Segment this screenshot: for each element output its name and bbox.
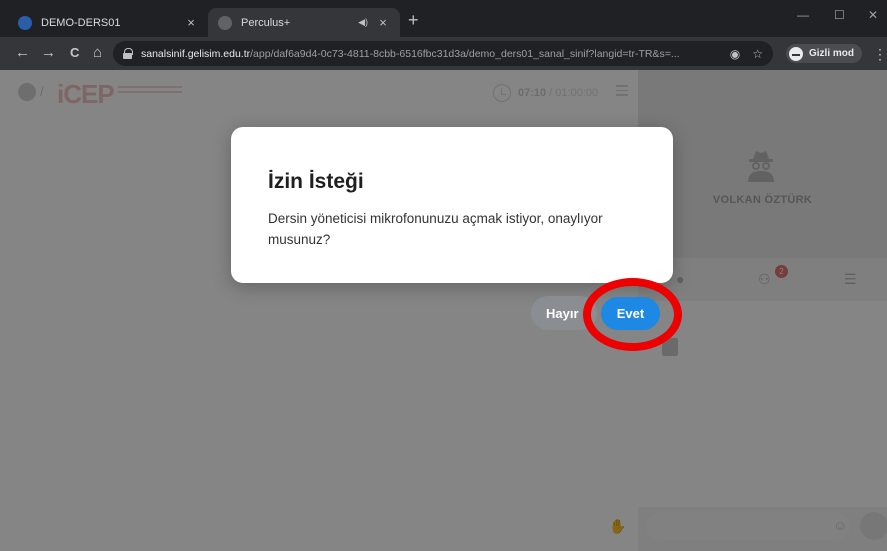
page: / iCEP 07:10 / 01:00:00 ✋ VOLKAN ÖZTÜRK … — [0, 70, 887, 551]
dialog-title: İzin İsteği — [268, 170, 364, 193]
minimize-button[interactable]: — — [797, 8, 809, 22]
maximize-button[interactable]: ☐ — [834, 8, 845, 22]
lock-icon[interactable] — [123, 48, 133, 59]
target-icon[interactable]: ◉ — [730, 47, 740, 61]
reject-button[interactable]: Hayır — [531, 296, 597, 330]
incognito-label: Gizli mod — [809, 48, 854, 59]
dialog-message: Dersin yöneticisi mikrofonunuzu açmak is… — [268, 211, 603, 247]
permission-dialog: İzin İsteği Dersin yöneticisi mikrofonun… — [231, 127, 673, 283]
forward-button[interactable]: → — [41, 44, 56, 62]
tab-title: DEMO-DERS01 — [41, 16, 121, 29]
tab-demo-ders01[interactable]: DEMO-DERS01 × — [8, 8, 208, 37]
tab-title: Perculus+ — [241, 16, 291, 29]
tab-close-icon[interactable]: × — [184, 15, 198, 30]
reload-button[interactable]: C — [70, 44, 79, 62]
url-text[interactable]: sanalsinif.gelisim.edu.tr/app/daf6a9d4-0… — [141, 48, 718, 60]
tab-perculus[interactable]: Perculus+ ◀) × — [208, 8, 400, 37]
new-tab-button[interactable]: + — [408, 11, 419, 29]
back-button[interactable]: ← — [15, 44, 30, 62]
url-host: sanalsinif.gelisim.edu.tr — [141, 47, 251, 60]
url-path: /app/daf6a9d4-0c73-4811-8cbb-6516fbc31d3… — [250, 47, 680, 60]
browser-tab-strip: DEMO-DERS01 × Perculus+ ◀) × + — ☐ ✕ — [0, 0, 887, 37]
panel-handle — [662, 338, 678, 356]
tab-audio-icon[interactable]: ◀) — [358, 17, 368, 28]
incognito-icon — [789, 46, 803, 61]
star-icon[interactable]: ☆ — [752, 47, 763, 61]
window-close-button[interactable]: ✕ — [868, 8, 878, 22]
incognito-indicator[interactable]: Gizli mod — [786, 44, 862, 63]
accept-button[interactable]: Evet — [601, 297, 660, 330]
address-bar[interactable]: sanalsinif.gelisim.edu.tr/app/daf6a9d4-0… — [113, 41, 773, 66]
browser-toolbar: ← → C ⌂ sanalsinif.gelisim.edu.tr/app/da… — [0, 37, 887, 70]
browser-menu-button[interactable]: ⋮ — [873, 46, 887, 63]
home-button[interactable]: ⌂ — [93, 44, 102, 62]
tab-close-icon[interactable]: × — [376, 15, 390, 30]
tab-favicon-icon — [18, 15, 32, 30]
tab-favicon-icon — [218, 15, 232, 30]
